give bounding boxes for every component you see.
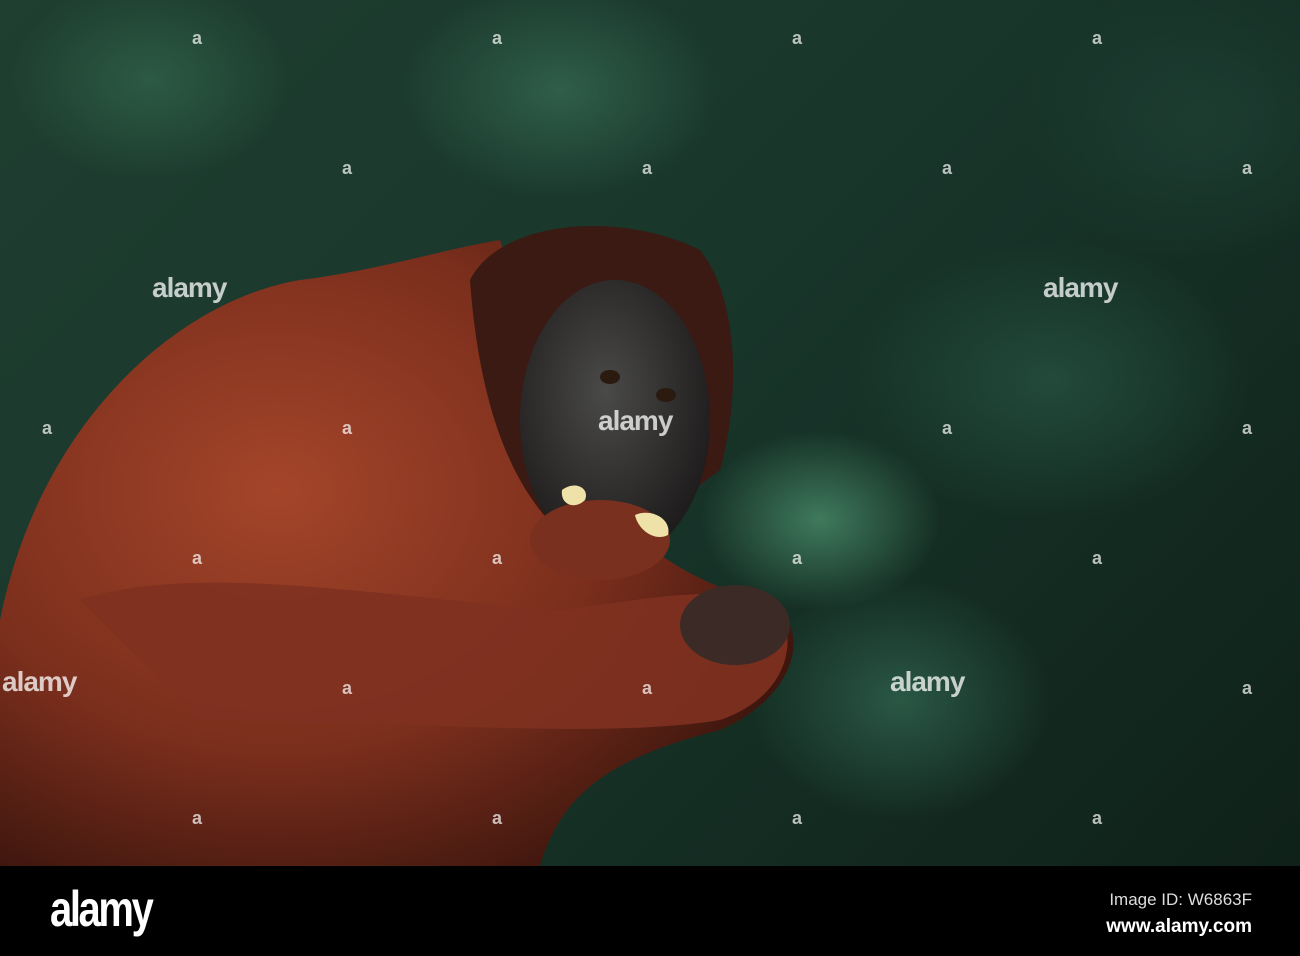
watermark-mark: a bbox=[942, 418, 953, 438]
watermark-mark: a bbox=[792, 28, 803, 48]
orangutan-hand bbox=[680, 585, 790, 665]
orangutan-eye bbox=[656, 388, 676, 402]
watermark-mark: a bbox=[1092, 808, 1103, 828]
watermark-mark: a bbox=[492, 808, 503, 828]
watermark: alamy bbox=[598, 405, 673, 436]
orangutan-photo: alamy alamy alamy alamy alamy a a a a a … bbox=[0, 0, 1300, 866]
watermark-mark: a bbox=[792, 808, 803, 828]
watermark-mark: a bbox=[192, 548, 203, 568]
watermark-mark: a bbox=[42, 418, 53, 438]
watermark-mark: a bbox=[342, 678, 353, 698]
watermark: alamy bbox=[1043, 272, 1118, 303]
watermark-mark: a bbox=[1092, 28, 1103, 48]
watermark-mark: a bbox=[792, 548, 803, 568]
orangutan-eye bbox=[600, 370, 620, 384]
watermark-mark: a bbox=[192, 808, 203, 828]
watermark-mark: a bbox=[1242, 678, 1253, 698]
watermark-mark: a bbox=[942, 158, 953, 178]
watermark-mark: a bbox=[342, 418, 353, 438]
watermark-mark: a bbox=[1092, 548, 1103, 568]
alamy-logo: alamy bbox=[50, 881, 154, 937]
watermark-mark: a bbox=[642, 158, 653, 178]
orangutan-chin bbox=[530, 500, 670, 580]
site-url: www.alamy.com bbox=[1106, 916, 1252, 937]
watermark: alamy bbox=[152, 272, 227, 303]
image-id: Image ID: W6863F bbox=[1109, 890, 1252, 909]
watermark-mark: a bbox=[492, 548, 503, 568]
footer-bar: alamy Image ID: W6863F www.alamy.com bbox=[0, 866, 1300, 956]
watermark: alamy bbox=[2, 666, 77, 697]
watermark: alamy bbox=[890, 666, 965, 697]
watermark-mark: a bbox=[342, 158, 353, 178]
watermark-mark: a bbox=[492, 28, 503, 48]
watermark-mark: a bbox=[642, 678, 653, 698]
watermark-mark: a bbox=[1242, 418, 1253, 438]
watermark-mark: a bbox=[192, 28, 203, 48]
watermark-mark: a bbox=[1242, 158, 1253, 178]
